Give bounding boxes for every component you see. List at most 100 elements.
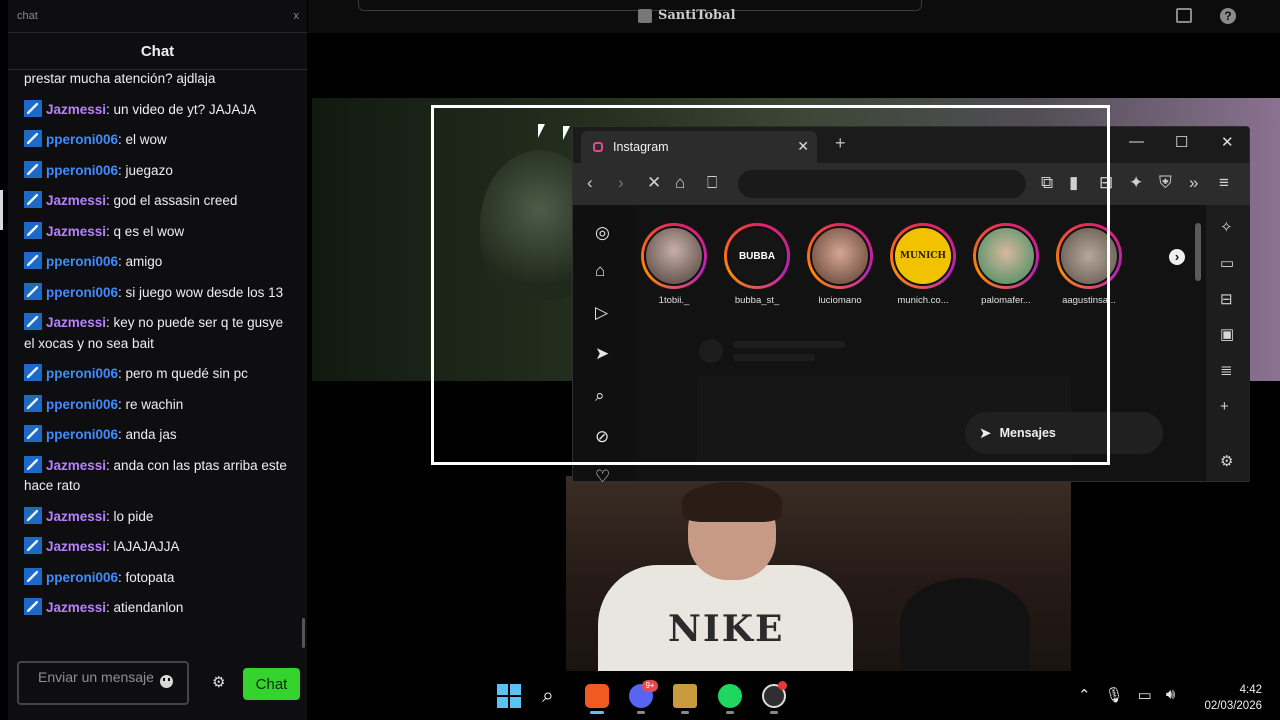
chat-message: pperoni006: si juego wow desde los 13 xyxy=(24,278,291,309)
microphone-icon[interactable]: 🎙︎ xyxy=(1105,686,1124,704)
system-tray: ⌃ 🎙︎ ▭ 🔊︎ xyxy=(1078,686,1175,704)
prime-badge-icon xyxy=(24,99,42,117)
windows-start-icon[interactable] xyxy=(497,684,521,708)
clock-time: 4:42 xyxy=(1239,684,1262,696)
chat-username[interactable]: pperoni006 xyxy=(46,285,118,300)
network-icon[interactable]: ▭ xyxy=(1138,686,1152,704)
notifications-heart-icon[interactable]: ♡ xyxy=(595,467,610,487)
minimize-button[interactable]: — xyxy=(1129,133,1144,150)
app-indicator xyxy=(637,711,645,714)
chat-username[interactable]: pperoni006 xyxy=(46,132,118,147)
chat-username[interactable]: pperoni006 xyxy=(46,427,118,442)
chat-message-text: : lo pide xyxy=(106,508,154,524)
edge-handle[interactable] xyxy=(0,190,3,230)
leo-ai-icon[interactable]: ✦ xyxy=(1129,173,1143,193)
prime-badge-icon xyxy=(24,425,42,442)
page-scrollbar[interactable] xyxy=(1193,209,1203,481)
chat-message: pperoni006: juegazo xyxy=(24,156,291,187)
brave-browser-icon[interactable] xyxy=(585,684,609,708)
prime-badge-icon xyxy=(24,506,42,524)
wallet-panel-icon[interactable]: ⊟ xyxy=(1220,291,1233,309)
chat-username[interactable]: pperoni006 xyxy=(46,163,118,178)
stream-top-bar: SantiTobal ? xyxy=(308,0,1280,33)
search-icon[interactable]: ⌕ xyxy=(542,684,566,708)
prime-badge-icon xyxy=(24,394,42,412)
volume-icon[interactable]: 🔊︎ xyxy=(1166,686,1175,704)
microphone xyxy=(900,578,1030,668)
chat-message: Jazmessi: god el assasin creed xyxy=(24,186,291,217)
chat-username[interactable]: Jazmessi xyxy=(46,193,106,208)
chat-scrollbar[interactable] xyxy=(302,618,305,648)
chat-message-text: : god el assasin creed xyxy=(106,193,238,208)
chat-send-button[interactable]: Chat xyxy=(243,668,300,700)
stories-next-arrow-icon[interactable]: › xyxy=(1169,249,1185,265)
question-icon[interactable]: ? xyxy=(1220,8,1236,24)
chat-message-text: prestar mucha atención? ajdlaja xyxy=(24,71,216,86)
window-close-button[interactable]: ✕ xyxy=(1221,133,1234,151)
bookmarks-panel-icon[interactable]: ▣ xyxy=(1220,326,1234,344)
chat-message-list: prestar mucha atención? ajdlaja Jazmessi:… xyxy=(8,69,307,651)
chat-message: Jazmessi: anda con las ptas arriba este … xyxy=(24,451,291,502)
smiley-icon[interactable] xyxy=(160,675,173,688)
chat-username[interactable]: pperoni006 xyxy=(46,254,118,269)
chat-panel: chat x Chat prestar mucha atención? ajdl… xyxy=(8,0,307,720)
prime-badge-icon xyxy=(24,130,42,147)
chat-message: pperoni006: el wow xyxy=(24,125,291,156)
league-of-legends-icon[interactable] xyxy=(673,684,697,708)
app-indicator xyxy=(770,711,778,714)
chat-message: pperoni006: anda jas xyxy=(24,420,291,451)
chat-message-text: : juegazo xyxy=(118,162,173,178)
chat-message: Jazmessi: lAJAJAJJA xyxy=(24,532,291,563)
chat-message: pperoni006: amigo xyxy=(24,247,291,278)
chat-username[interactable]: Jazmessi xyxy=(46,600,106,615)
chat-username[interactable]: pperoni006 xyxy=(46,397,118,412)
chat-username[interactable]: pperoni006 xyxy=(46,570,118,585)
tray-overflow-chevron-icon[interactable]: ⌃ xyxy=(1078,686,1091,704)
chat-message-text: : si juego wow desde los 13 xyxy=(118,284,284,300)
chat-message: pperoni006: pero m quedé sin pc xyxy=(24,359,291,390)
leo-sparkle-icon[interactable]: ✧ xyxy=(1220,219,1233,237)
chat-titlebar: chat x xyxy=(8,0,307,32)
chat-message: pperoni006: re wachin xyxy=(24,390,291,421)
chat-close-button[interactable]: x xyxy=(294,10,300,22)
streamer-name: SantiTobal xyxy=(658,8,736,23)
chat-message-text: : atiendanlon xyxy=(106,600,184,615)
inbox-icon[interactable] xyxy=(1176,8,1192,23)
chat-message-text: : amigo xyxy=(118,254,163,269)
chat-username[interactable]: Jazmessi xyxy=(46,102,106,117)
gear-icon[interactable]: ⚙ xyxy=(212,675,225,690)
chat-header: Chat xyxy=(8,32,307,70)
taskbar-clock[interactable]: 4:42 02/03/2026 xyxy=(1200,682,1262,714)
chat-username[interactable]: Jazmessi xyxy=(46,224,106,239)
chat-username[interactable]: Jazmessi xyxy=(46,315,106,330)
chat-username[interactable]: pperoni006 xyxy=(46,366,118,381)
menu-icon[interactable]: ≡ xyxy=(1219,173,1229,193)
chat-message-text: : pero m quedé sin pc xyxy=(118,366,248,381)
add-panel-icon[interactable]: + xyxy=(1220,398,1229,416)
reading-list-icon[interactable]: ≣ xyxy=(1220,362,1233,380)
prime-badge-icon xyxy=(24,455,42,473)
chat-username[interactable]: Jazmessi xyxy=(46,509,106,524)
prime-badge-icon xyxy=(24,282,42,300)
chat-message: Jazmessi: atiendanlon xyxy=(24,593,291,624)
discord-notification-badge: 9+ xyxy=(642,680,658,692)
prime-badge-icon xyxy=(24,313,42,330)
chat-username[interactable]: Jazmessi xyxy=(46,539,106,554)
webcam-person-hair xyxy=(682,482,782,522)
prime-badge-icon xyxy=(24,221,42,239)
app-indicator xyxy=(726,711,734,714)
spotify-icon[interactable] xyxy=(718,684,742,708)
vpn-shield-icon[interactable]: ⛨ xyxy=(1159,173,1172,193)
scrollbar-thumb[interactable] xyxy=(1195,223,1201,281)
chat-message-text: : re wachin xyxy=(118,396,184,412)
more-tools-icon[interactable]: » xyxy=(1189,173,1198,193)
chat-message: Jazmessi: q es el wow xyxy=(24,217,291,248)
settings-panel-icon[interactable]: ⚙ xyxy=(1220,453,1233,471)
chat-message-text: : el wow xyxy=(118,132,167,147)
prime-badge-icon xyxy=(24,598,42,615)
chat-username[interactable]: Jazmessi xyxy=(46,458,106,473)
maximize-button[interactable]: ☐ xyxy=(1175,133,1188,151)
mouse-cursor-icon xyxy=(563,126,570,140)
media-icon[interactable]: ▭ xyxy=(1220,255,1234,273)
chat-message-text: : un video de yt? JAJAJA xyxy=(106,101,257,117)
